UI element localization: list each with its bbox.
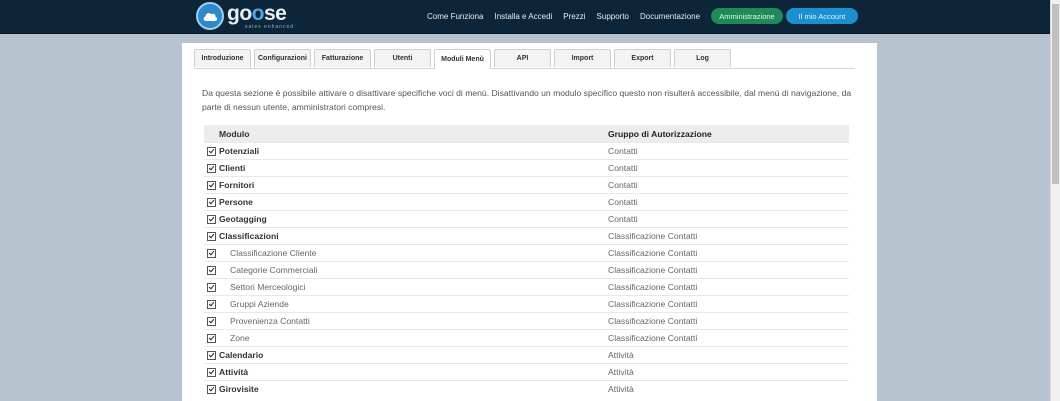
authorization-group: Classificazione Contatti	[608, 295, 849, 313]
module-name: Girovisite	[219, 380, 608, 397]
module-checkbox[interactable]	[207, 283, 216, 293]
authorization-group: Contatti	[608, 193, 849, 211]
cloud-logo-icon	[196, 2, 224, 30]
module-name: Zone	[219, 329, 608, 347]
module-checkbox[interactable]	[207, 232, 216, 242]
module-name: Potenziali	[219, 142, 608, 160]
authorization-group: Attività	[608, 380, 849, 397]
module-name: Geotagging	[219, 210, 608, 228]
nav-come-funziona[interactable]: Come Funziona	[427, 12, 483, 21]
modules-table: Modulo Gruppo di Autorizzazione Potenzia…	[204, 125, 849, 397]
modules-table-body: Potenziali Contatti Clienti Contatti Fornito…	[204, 142, 849, 397]
module-name: Attività	[219, 363, 608, 381]
module-name: Calendario	[219, 346, 608, 364]
table-row: Classificazioni Classificazione Contatti	[204, 227, 849, 245]
module-checkbox[interactable]	[207, 147, 216, 157]
module-checkbox[interactable]	[207, 249, 216, 259]
tab-fatturazione[interactable]: Fatturazione	[314, 49, 371, 67]
module-name: Provenienza Contatti	[219, 312, 608, 330]
table-row: Calendario Attività	[204, 346, 849, 364]
table-row: Classificazione Cliente Classificazione C…	[204, 244, 849, 262]
table-row: Girovisite Attività	[204, 380, 849, 397]
page-scrollbar[interactable]	[1050, 0, 1060, 401]
table-row: Fornitori Contatti	[204, 176, 849, 194]
module-checkbox[interactable]	[207, 266, 216, 276]
scrollbar-thumb[interactable]	[1052, 4, 1059, 184]
module-name: Settori Merceologici	[219, 278, 608, 296]
authorization-group: Classificazione Contatti	[608, 278, 849, 296]
module-name: Categorie Commerciali	[219, 261, 608, 279]
main-nav: Come Funziona Installa e Accedi Prezzi S…	[427, 0, 733, 33]
nav-prezzi[interactable]: Prezzi	[563, 12, 585, 21]
authorization-group: Contatti	[608, 210, 849, 228]
table-row: Categorie Commerciali Classificazione Con…	[204, 261, 849, 279]
table-row: Provenienza Contatti Classificazione Cont…	[204, 312, 849, 330]
module-checkbox[interactable]	[207, 181, 216, 191]
table-row: Attività Attività	[204, 363, 849, 381]
admin-button[interactable]: Amministrazione	[711, 8, 783, 24]
intro-text: Da questa sezione è possibile attivare o…	[202, 88, 852, 112]
table-header-row: Modulo Gruppo di Autorizzazione	[204, 125, 849, 143]
table-row: Settori Merceologici Classificazione Cont…	[204, 278, 849, 296]
module-name: Gruppi Aziende	[219, 295, 608, 313]
nav-documentazione[interactable]: Documentazione	[640, 12, 700, 21]
authorization-group: Classificazione Contatti	[608, 312, 849, 330]
logo[interactable]: goose sales enhanced	[196, 2, 294, 30]
module-checkbox[interactable]	[207, 317, 216, 327]
module-name: Clienti	[219, 159, 608, 177]
account-button[interactable]: Il mio Account	[786, 8, 858, 24]
column-header-modulo: Modulo	[219, 125, 608, 143]
authorization-group: Contatti	[608, 159, 849, 177]
tab-log[interactable]: Log	[674, 49, 731, 67]
table-row: Persone Contatti	[204, 193, 849, 211]
module-checkbox[interactable]	[207, 385, 216, 395]
table-row: Geotagging Contatti	[204, 210, 849, 228]
module-name: Classificazione Cliente	[219, 244, 608, 262]
authorization-group: Contatti	[608, 142, 849, 160]
authorization-group: Classificazione Contatti	[608, 244, 849, 262]
table-row: Potenziali Contatti	[204, 142, 849, 160]
module-name: Fornitori	[219, 176, 608, 194]
module-checkbox[interactable]	[207, 164, 216, 174]
tab-moduli-menu[interactable]: Moduli Menù	[434, 49, 491, 69]
nav-supporto[interactable]: Supporto	[597, 12, 629, 21]
content-panel: Introduzione Configurazioni Fatturazione…	[182, 43, 877, 401]
nav-installa-accedi[interactable]: Installa e Accedi	[494, 12, 552, 21]
table-row: Clienti Contatti	[204, 159, 849, 177]
module-checkbox[interactable]	[207, 198, 216, 208]
module-checkbox[interactable]	[207, 368, 216, 378]
module-name: Classificazioni	[219, 227, 608, 245]
module-checkbox[interactable]	[207, 351, 216, 361]
table-row: Gruppi Aziende Classificazione Contatti	[204, 295, 849, 313]
authorization-group: Classificazione Contatti	[608, 329, 849, 347]
authorization-group: Attività	[608, 346, 849, 364]
tab-introduzione[interactable]: Introduzione	[194, 49, 251, 67]
module-checkbox[interactable]	[207, 300, 216, 310]
settings-tabs: Introduzione Configurazioni Fatturazione…	[194, 49, 855, 69]
tab-export[interactable]: Export	[614, 49, 671, 67]
logo-wordmark: goose	[227, 1, 287, 25]
logo-tagline: sales enhanced	[245, 23, 295, 30]
tab-utenti[interactable]: Utenti	[374, 49, 431, 67]
authorization-group: Attività	[608, 363, 849, 381]
tab-import[interactable]: Import	[554, 49, 611, 67]
tab-configurazioni[interactable]: Configurazioni	[254, 49, 311, 67]
module-name: Persone	[219, 193, 608, 211]
tab-api[interactable]: API	[494, 49, 551, 67]
module-checkbox[interactable]	[207, 215, 216, 225]
authorization-group: Classificazione Contatti	[608, 227, 849, 245]
module-checkbox[interactable]	[207, 334, 216, 344]
table-row: Zone Classificazione Contatti	[204, 329, 849, 347]
column-header-gruppo: Gruppo di Autorizzazione	[608, 125, 849, 143]
authorization-group: Classificazione Contatti	[608, 261, 849, 279]
authorization-group: Contatti	[608, 176, 849, 194]
top-navbar: goose sales enhanced Come Funziona Insta…	[0, 0, 1050, 34]
